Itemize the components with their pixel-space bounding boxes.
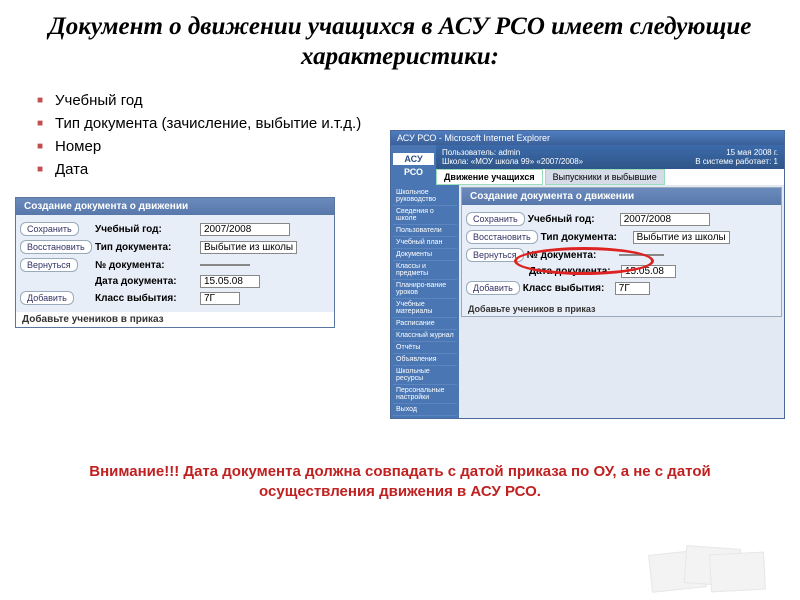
sidebar-item[interactable]: Классы и предметы xyxy=(393,261,457,280)
right-screenshot: АСУ РСО - Microsoft Internet Explorer АС… xyxy=(390,130,785,419)
sidebar: Школьное руководство Сведения о школе По… xyxy=(391,185,459,418)
year-value: 2007/2008 xyxy=(200,223,290,236)
sidebar-item[interactable]: Школьные ресурсы xyxy=(393,366,457,385)
sidebar-item[interactable]: Отчёты xyxy=(393,342,457,354)
date-label: Дата документа: xyxy=(529,266,621,277)
session-label: В системе работает: 1 xyxy=(695,157,778,166)
back-button[interactable]: Вернуться xyxy=(20,258,78,272)
add-note: Добавьте учеников в приказ xyxy=(462,302,781,316)
class-select[interactable]: 7Г xyxy=(615,282,650,295)
tab-graduates[interactable]: Выпускники и выбывшие xyxy=(545,169,665,185)
sidebar-item[interactable]: Школьное руководство xyxy=(393,187,457,206)
tab-movement[interactable]: Движение учащихся xyxy=(436,169,543,185)
sidebar-item[interactable]: Планиро-вание уроков xyxy=(393,280,457,299)
sidebar-item[interactable]: Учебный план xyxy=(393,237,457,249)
restore-button[interactable]: Восстановить xyxy=(466,230,538,244)
screenshots-area: Создание документа о движении Сохранить … xyxy=(0,192,800,442)
inner-panel-header: Создание документа о движении xyxy=(462,188,781,205)
panel-header: Создание документа о движении xyxy=(16,198,334,215)
num-label: № документа: xyxy=(527,250,619,261)
sidebar-item[interactable]: Объявления xyxy=(393,354,457,366)
class-label: Класс выбытия: xyxy=(523,283,615,294)
type-label: Тип документа: xyxy=(95,242,200,253)
sidebar-item[interactable]: Классный журнал xyxy=(393,330,457,342)
bullet-item: Учебный год xyxy=(55,92,780,109)
back-button[interactable]: Вернуться xyxy=(466,248,524,262)
sidebar-item[interactable]: Документы xyxy=(393,249,457,261)
add-note: Добавьте учеников в приказ xyxy=(16,312,334,327)
sidebar-item[interactable]: Учебные материалы xyxy=(393,299,457,318)
type-label: Тип документа: xyxy=(541,232,633,243)
year-label: Учебный год: xyxy=(528,214,620,225)
date-label: Дата документа: xyxy=(95,276,200,287)
add-button[interactable]: Добавить xyxy=(20,291,74,305)
num-input[interactable] xyxy=(200,264,250,266)
type-select[interactable]: Выбытие из школы xyxy=(200,241,297,254)
user-label: Пользователь: admin xyxy=(442,148,583,157)
decoration-icon xyxy=(650,547,770,592)
date-label: 15 мая 2008 г. xyxy=(695,148,778,157)
class-select[interactable]: 7Г xyxy=(200,292,240,305)
warning-text: Внимание!!! Дата документа должна совпад… xyxy=(0,454,800,511)
sidebar-item[interactable]: Выход xyxy=(393,404,457,416)
restore-button[interactable]: Восстановить xyxy=(20,240,92,254)
save-button[interactable]: Сохранить xyxy=(20,222,79,236)
sidebar-item[interactable]: Пользователи xyxy=(393,225,457,237)
date-input[interactable]: 15.05.08 xyxy=(621,265,676,278)
sidebar-item[interactable]: Сведения о школе xyxy=(393,206,457,225)
save-button[interactable]: Сохранить xyxy=(466,212,525,226)
app-logo: АСУ РСО xyxy=(391,145,436,185)
type-select[interactable]: Выбытие из школы xyxy=(633,231,730,244)
slide-title: Документ о движении учащихся в АСУ РСО и… xyxy=(0,0,800,84)
year-select[interactable]: 2007/2008 xyxy=(620,213,710,226)
sidebar-item[interactable]: Персональные настройки xyxy=(393,385,457,404)
year-label: Учебный год: xyxy=(95,224,200,235)
sidebar-item[interactable]: Расписание xyxy=(393,318,457,330)
class-label: Класс выбытия: xyxy=(95,293,200,304)
add-button[interactable]: Добавить xyxy=(466,281,520,295)
left-screenshot: Создание документа о движении Сохранить … xyxy=(15,197,335,328)
num-label: № документа: xyxy=(95,260,200,271)
app-topbar: Пользователь: admin Школа: «МОУ школа 99… xyxy=(436,145,784,169)
num-input[interactable] xyxy=(619,254,664,256)
school-label: Школа: «МОУ школа 99» «2007/2008» xyxy=(442,157,583,166)
browser-titlebar: АСУ РСО - Microsoft Internet Explorer xyxy=(391,131,784,145)
date-input[interactable]: 15.05.08 xyxy=(200,275,260,288)
